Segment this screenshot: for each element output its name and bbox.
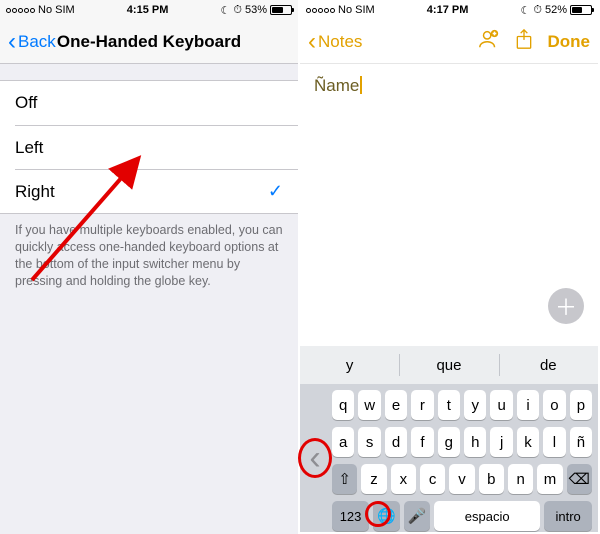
keyboard-row-4: 123 🌐 🎤 espacio intro — [332, 501, 592, 531]
phone-settings: No SIM 4:15 PM ☾ ⏱ 53% ‹ Back One-Handed… — [0, 0, 298, 534]
space-key[interactable]: espacio — [434, 501, 540, 531]
signal-icon — [6, 8, 35, 13]
status-time: 4:17 PM — [375, 4, 521, 16]
globe-key[interactable]: 🌐 — [373, 501, 400, 531]
suggestion[interactable]: que — [399, 346, 498, 384]
status-right: ☾ ⏱ 52% — [521, 4, 593, 17]
moon-icon: ☾ — [221, 4, 231, 17]
battery-icon — [570, 5, 592, 15]
key-m[interactable]: m — [537, 464, 562, 494]
back-label: Notes — [318, 32, 362, 52]
key-u[interactable]: u — [490, 390, 512, 420]
key-h[interactable]: h — [464, 427, 486, 457]
done-button[interactable]: Done — [548, 32, 591, 52]
key-p[interactable]: p — [570, 390, 592, 420]
mic-icon: 🎤 — [408, 507, 427, 525]
battery-pct: 53% — [245, 4, 267, 16]
keyboard-row-1: q w e r t y u i o p — [332, 390, 592, 420]
key-r[interactable]: r — [411, 390, 433, 420]
key-v[interactable]: v — [449, 464, 474, 494]
suggestion-bar: y que de — [300, 346, 598, 384]
key-q[interactable]: q — [332, 390, 354, 420]
option-off[interactable]: Off — [0, 81, 298, 125]
numbers-key[interactable]: 123 — [332, 501, 369, 531]
key-w[interactable]: w — [358, 390, 380, 420]
person-add-icon[interactable] — [478, 28, 500, 55]
key-enye[interactable]: ñ — [570, 427, 592, 457]
suggestion[interactable]: y — [300, 346, 399, 384]
backspace-key[interactable]: ⌫ — [567, 464, 592, 494]
option-label: Left — [15, 138, 43, 158]
status-right: ☾ ⏱ 53% — [221, 4, 293, 17]
key-x[interactable]: x — [391, 464, 416, 494]
key-o[interactable]: o — [543, 390, 565, 420]
text-cursor — [360, 76, 362, 94]
return-key[interactable]: intro — [544, 501, 592, 531]
keyboard-row-2: a s d f g h j k l ñ — [332, 427, 592, 457]
status-left: No SIM — [306, 4, 375, 16]
suggestion[interactable]: de — [499, 346, 598, 384]
key-t[interactable]: t — [438, 390, 460, 420]
key-s[interactable]: s — [358, 427, 380, 457]
globe-icon: 🌐 — [377, 507, 396, 525]
option-label: Right — [15, 182, 55, 202]
status-bar: No SIM 4:15 PM ☾ ⏱ 53% — [0, 0, 298, 20]
back-button[interactable]: ‹ Notes — [308, 32, 362, 52]
status-time: 4:15 PM — [75, 4, 221, 16]
option-label: Off — [15, 93, 37, 113]
screenshot-stage: No SIM 4:15 PM ☾ ⏱ 53% ‹ Back One-Handed… — [0, 0, 600, 534]
alarm-icon: ⏱ — [533, 4, 542, 17]
key-z[interactable]: z — [361, 464, 386, 494]
option-right[interactable]: Right ✓ — [15, 169, 298, 213]
battery-icon — [270, 5, 292, 15]
carrier-label: No SIM — [38, 4, 75, 16]
nav-bar: ‹ Back One-Handed Keyboard — [0, 20, 298, 64]
chevron-left-icon: ‹ — [309, 439, 320, 478]
nav-bar: ‹ Notes Done — [300, 20, 598, 64]
key-a[interactable]: a — [332, 427, 354, 457]
option-left[interactable]: Left — [15, 125, 298, 169]
note-editor[interactable]: Ñame — [300, 64, 598, 108]
key-f[interactable]: f — [411, 427, 433, 457]
options-footer: If you have multiple keyboards enabled, … — [0, 214, 298, 298]
battery-pct: 52% — [545, 4, 567, 16]
settings-body: Off Left Right ✓ If you have multiple ke… — [0, 64, 298, 298]
keyboard-keys: ‹ q w e r t y u i o p a s d — [300, 384, 598, 532]
shift-icon: ⇧ — [338, 470, 351, 488]
keyboard-row-3: ⇧ z x c v b n m ⌫ — [332, 464, 592, 494]
checkmark-icon: ✓ — [268, 181, 283, 202]
key-b[interactable]: b — [479, 464, 504, 494]
moon-icon: ☾ — [521, 4, 531, 17]
shift-key[interactable]: ⇧ — [332, 464, 357, 494]
keyboard: y que de ‹ q w e r t y u i o p — [300, 346, 598, 532]
keyboard-collapse-handle[interactable]: ‹ — [300, 384, 330, 532]
key-c[interactable]: c — [420, 464, 445, 494]
backspace-icon: ⌫ — [569, 470, 590, 488]
key-j[interactable]: j — [490, 427, 512, 457]
key-k[interactable]: k — [517, 427, 539, 457]
nav-actions: Done — [478, 28, 591, 55]
status-bar: No SIM 4:17 PM ☾ ⏱ 52% — [300, 0, 598, 20]
key-g[interactable]: g — [438, 427, 460, 457]
plus-icon: ＋ — [555, 290, 577, 322]
carrier-label: No SIM — [338, 4, 375, 16]
key-d[interactable]: d — [385, 427, 407, 457]
signal-icon — [306, 8, 335, 13]
back-label: Back — [18, 32, 56, 52]
options-list: Off Left Right ✓ — [0, 80, 298, 214]
key-n[interactable]: n — [508, 464, 533, 494]
alarm-icon: ⏱ — [233, 4, 242, 17]
key-e[interactable]: e — [385, 390, 407, 420]
status-left: No SIM — [6, 4, 75, 16]
key-l[interactable]: l — [543, 427, 565, 457]
mic-key[interactable]: 🎤 — [404, 501, 431, 531]
note-text: Ñame — [314, 76, 359, 95]
key-y[interactable]: y — [464, 390, 486, 420]
key-i[interactable]: i — [517, 390, 539, 420]
back-button[interactable]: ‹ Back — [8, 32, 56, 52]
add-button[interactable]: ＋ — [548, 288, 584, 324]
share-icon[interactable] — [514, 28, 534, 55]
